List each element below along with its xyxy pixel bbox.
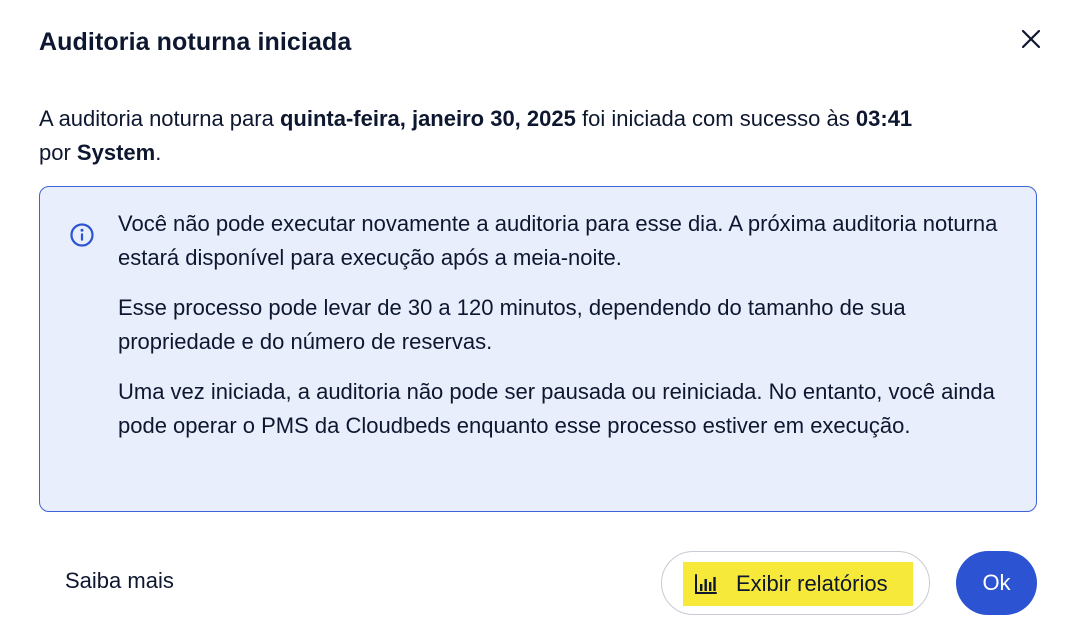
info-paragraph: Uma vez iniciada, a auditoria não pode s… bbox=[118, 379, 995, 438]
reports-button-highlight: Exibir relatórios bbox=[683, 562, 913, 606]
summary-text-4: . bbox=[155, 140, 162, 165]
info-notice: Você não pode executar novamente a audit… bbox=[39, 186, 1037, 512]
info-icon bbox=[70, 223, 94, 247]
audit-date: quinta-feira, janeiro 30, 2025 bbox=[279, 106, 576, 131]
audit-summary: A auditoria noturna para quinta-feira, j… bbox=[39, 102, 1049, 170]
close-button[interactable] bbox=[1012, 20, 1050, 58]
summary-text-3: por bbox=[39, 140, 77, 165]
view-reports-label: Exibir relatórios bbox=[736, 571, 888, 596]
info-text: Você não pode executar novamente a audit… bbox=[118, 207, 1018, 459]
learn-more-link[interactable]: Saiba mais bbox=[65, 568, 174, 594]
summary-text-2: foi iniciada com sucesso às bbox=[575, 106, 856, 131]
audit-time: 03:41 bbox=[855, 106, 913, 131]
dialog-title: Auditoria noturna iniciada bbox=[39, 28, 352, 56]
info-paragraph: Esse processo pode levar de 30 a 120 min… bbox=[118, 295, 906, 354]
close-icon bbox=[1021, 29, 1041, 49]
view-reports-button[interactable]: Exibir relatórios bbox=[661, 551, 930, 615]
bar-chart-icon bbox=[695, 574, 717, 594]
ok-button[interactable]: Ok bbox=[956, 551, 1037, 615]
audit-user: System bbox=[76, 140, 156, 165]
info-paragraph: Você não pode executar novamente a audit… bbox=[118, 211, 998, 270]
summary-text-1: A auditoria noturna para bbox=[39, 106, 280, 131]
night-audit-dialog: Auditoria noturna iniciada A auditoria n… bbox=[0, 0, 1076, 640]
